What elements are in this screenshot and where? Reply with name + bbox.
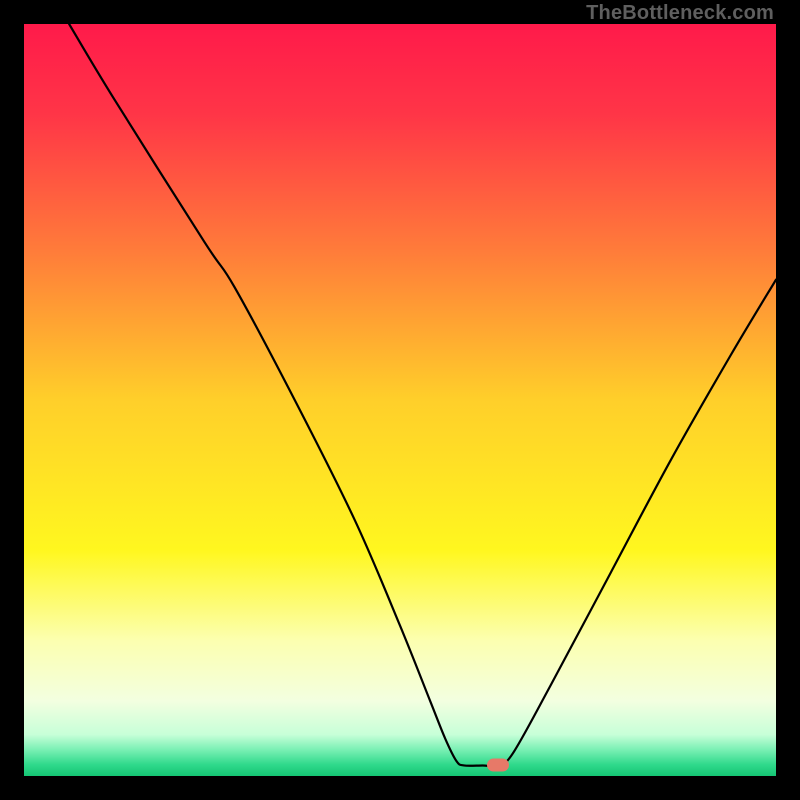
chart-frame bbox=[24, 24, 776, 776]
bottleneck-chart bbox=[24, 24, 776, 776]
selected-point-marker bbox=[487, 759, 509, 772]
watermark-text: TheBottleneck.com bbox=[586, 2, 774, 25]
